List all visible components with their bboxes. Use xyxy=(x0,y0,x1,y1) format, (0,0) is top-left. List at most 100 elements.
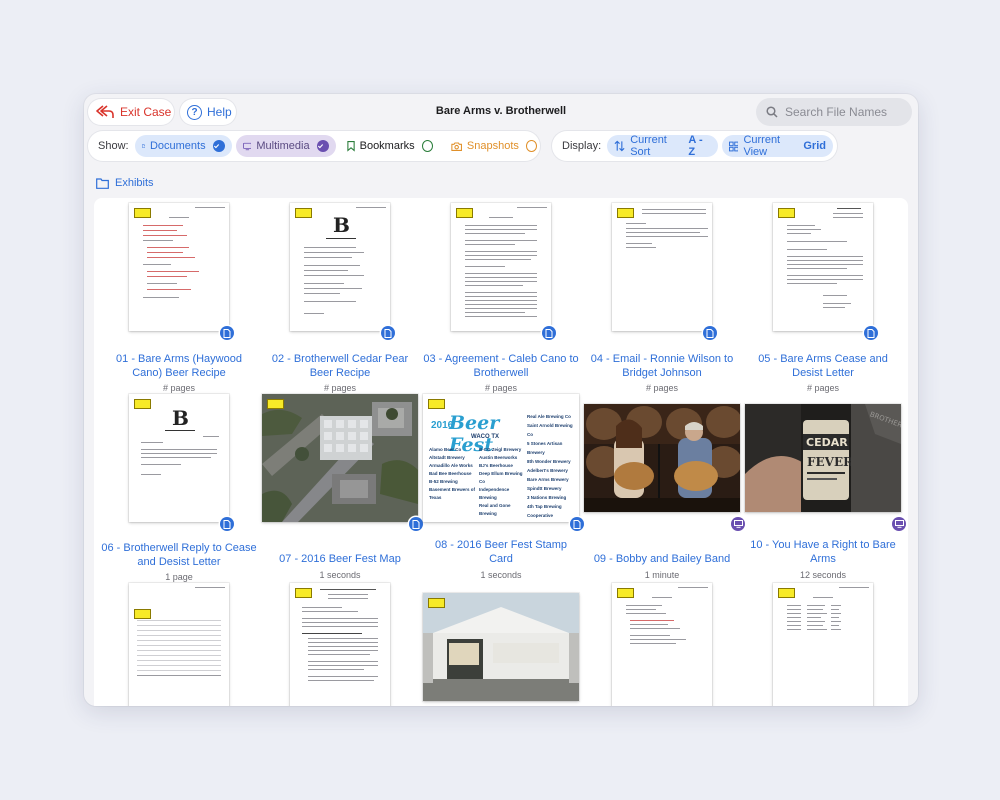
filter-documents-label: Documents xyxy=(149,140,206,152)
stamp-card-thumbnail: 2016 Beer Fest WACO TX Alamo Beer Co Alt… xyxy=(423,394,579,522)
sort-value: A - Z xyxy=(688,134,703,158)
file-meta: 12 seconds xyxy=(799,570,847,580)
filter-bookmarks-label: Bookmarks xyxy=(359,140,415,152)
exhibit-sticker xyxy=(428,399,445,409)
multimedia-badge-icon xyxy=(892,517,906,531)
file-title: 08 - 2016 Beer Fest Stamp Card xyxy=(434,539,568,565)
document-badge-icon xyxy=(703,326,717,340)
tent-photo-thumbnail xyxy=(423,593,579,701)
view-button[interactable]: Current View Grid xyxy=(721,134,833,158)
beer-fest-logo: 2016 Beer Fest WACO TX xyxy=(431,412,500,456)
show-label: Show: xyxy=(98,140,129,152)
search-input[interactable]: Search File Names xyxy=(756,98,912,126)
check-icon xyxy=(316,140,329,152)
file-meta: # pages xyxy=(645,383,679,393)
exhibit-sticker xyxy=(134,399,151,409)
exhibit-sticker xyxy=(428,598,445,608)
file-title: 01 - Bare Arms (Haywood Cano) Beer Recip… xyxy=(116,353,242,379)
document-thumbnail xyxy=(129,203,229,331)
file-meta: # pages xyxy=(484,383,518,393)
aerial-map-image xyxy=(262,394,418,522)
file-meta: # pages xyxy=(162,383,196,393)
stamp-list-mid: B-CG Zeigl Brewery Austin Beerworks BJ's… xyxy=(479,447,523,516)
document-badge-icon xyxy=(864,326,878,340)
breadcrumb[interactable]: Exhibits xyxy=(96,177,154,189)
breadcrumb-folder: Exhibits xyxy=(115,177,154,189)
aerial-map-thumbnail xyxy=(262,394,418,522)
file-title: 04 - Email - Ronnie Wilson to Bridget Jo… xyxy=(590,353,734,379)
file-title: 03 - Agreement - Caleb Cano to Brotherwe… xyxy=(423,353,579,379)
beer-bottle-video-thumbnail: CEDAR FEVER BROTHERWELL xyxy=(745,404,901,512)
tent-photo xyxy=(423,593,579,701)
filter-snapshots-label: Snapshots xyxy=(466,140,519,152)
exhibit-sticker xyxy=(134,609,151,619)
show-filter-bar: Show: Documents Multimedia Bookmarks Sna… xyxy=(88,131,540,161)
file-title: 02 - Brotherwell Cedar Pear Beer Recipe xyxy=(271,353,409,379)
view-label: Current View xyxy=(743,134,781,158)
spreadsheet-table xyxy=(137,619,221,671)
sort-label: Current Sort xyxy=(630,134,667,158)
file-meta: 1 minute xyxy=(644,570,680,580)
svg-text:B: B xyxy=(333,213,350,237)
svg-text:CEDAR: CEDAR xyxy=(806,436,848,449)
document-thumbnail xyxy=(451,203,551,331)
filter-snapshots[interactable]: Snapshots xyxy=(444,135,544,157)
document-thumbnail xyxy=(129,583,229,706)
search-icon xyxy=(766,106,778,118)
stamp-list-right: Real Ale Brewing Co Saint Arnold Brewing… xyxy=(527,414,573,518)
brotherwell-logo-icon: B xyxy=(172,406,189,430)
display-label: Display: xyxy=(562,140,602,152)
document-badge-icon xyxy=(381,326,395,340)
folder-icon xyxy=(96,177,109,189)
document-badge-icon xyxy=(570,517,584,531)
camera-icon xyxy=(450,141,462,151)
filter-documents[interactable]: Documents xyxy=(134,135,232,157)
file-meta: 1 seconds xyxy=(480,570,522,580)
exhibit-sticker xyxy=(295,208,312,218)
multimedia-badge-icon xyxy=(731,517,745,531)
brotherwell-logo-icon: B xyxy=(333,213,350,237)
exhibit-sticker xyxy=(617,588,634,598)
file-meta: 1 seconds xyxy=(319,570,361,580)
filter-multimedia-label: Multimedia xyxy=(256,140,310,152)
document-thumbnail: B xyxy=(129,394,229,522)
exhibit-sticker xyxy=(456,208,473,218)
document-thumbnail xyxy=(773,583,873,706)
sort-button[interactable]: Current Sort A - Z xyxy=(607,134,718,158)
document-thumbnail xyxy=(612,203,712,331)
grid-icon xyxy=(728,141,739,151)
top-bar: Exit Case ? Help Bare Arms v. Brotherwel… xyxy=(84,94,918,130)
exhibit-sticker xyxy=(134,208,151,218)
document-badge-icon xyxy=(542,326,556,340)
document-thumbnail xyxy=(612,583,712,706)
file-meta: # pages xyxy=(806,383,840,393)
file-title: 09 - Bobby and Bailey Band xyxy=(593,553,731,565)
monitor-icon xyxy=(242,142,252,150)
document-badge-icon xyxy=(220,517,234,531)
file-title: 07 - 2016 Beer Fest Map xyxy=(279,553,401,565)
band-video-thumbnail xyxy=(584,404,740,512)
bookmark-icon xyxy=(346,141,355,152)
file-meta: 1 page xyxy=(165,572,193,582)
filter-multimedia[interactable]: Multimedia xyxy=(235,135,336,157)
sort-arrows-icon xyxy=(614,140,625,152)
unchecked-circle-icon xyxy=(525,140,537,152)
file-meta: # pages xyxy=(323,383,357,393)
svg-text:B: B xyxy=(172,406,189,430)
filter-bookmarks[interactable]: Bookmarks xyxy=(340,135,440,157)
display-options-bar: Display: Current Sort A - Z Current View… xyxy=(552,131,837,161)
check-icon xyxy=(212,140,225,152)
document-thumbnail xyxy=(290,583,390,706)
exhibit-sticker xyxy=(267,399,284,409)
app-window: Exit Case ? Help Bare Arms v. Brotherwel… xyxy=(84,94,918,706)
document-badge-icon xyxy=(220,326,234,340)
exhibit-sticker xyxy=(778,588,795,598)
exhibit-sticker xyxy=(778,208,795,218)
stamp-list-left: Alamo Beer Co Altstadt Brewery Armadillo… xyxy=(429,447,476,500)
document-badge-icon xyxy=(409,517,423,531)
file-title: 10 - You Have a Right to Bare Arms xyxy=(750,539,896,565)
exhibit-sticker xyxy=(617,208,634,218)
file-title: 05 - Bare Arms Cease and Desist Letter xyxy=(758,353,888,379)
document-thumbnail: B xyxy=(290,203,390,331)
document-thumbnail xyxy=(773,203,873,331)
